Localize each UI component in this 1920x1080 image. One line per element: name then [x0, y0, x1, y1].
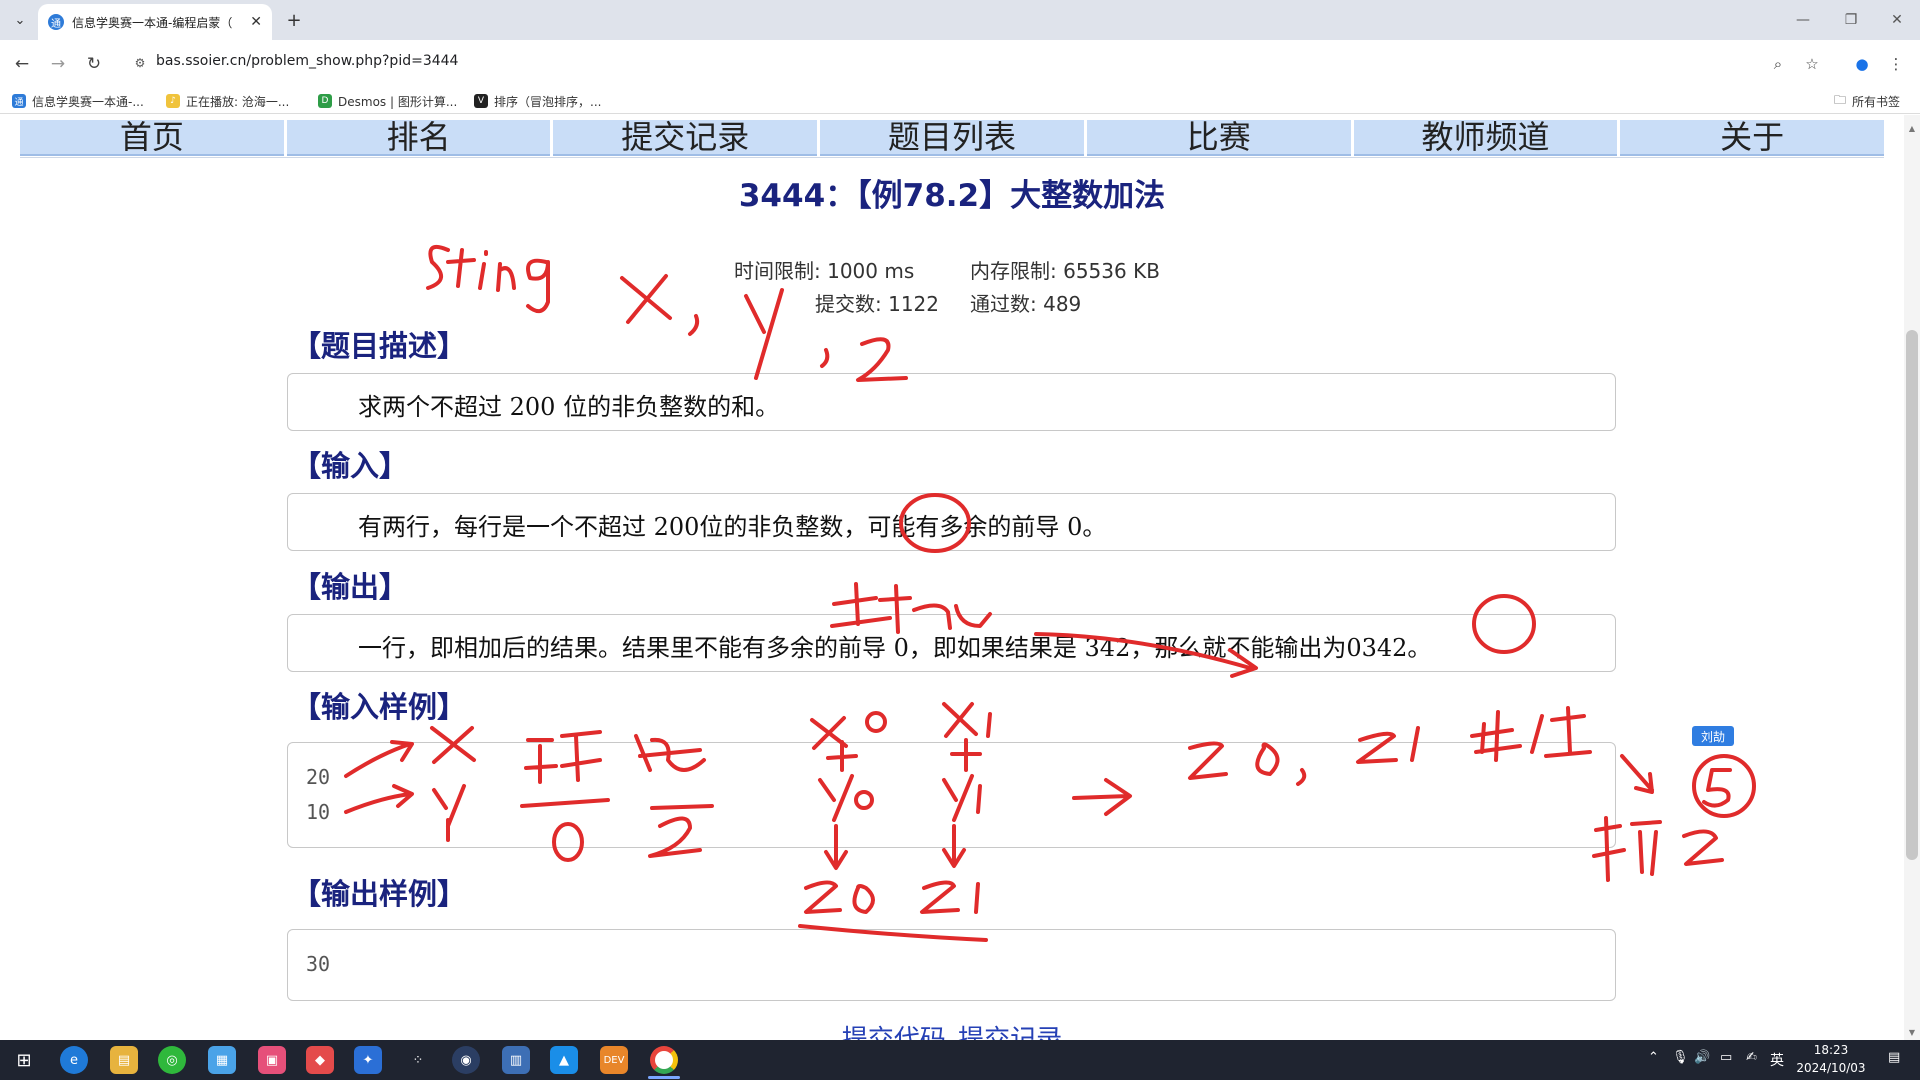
bilibili-icon[interactable]: ▣ [258, 1046, 286, 1074]
music-icon: ♪ [166, 94, 180, 108]
sample-input-text[interactable]: 20 10 [306, 760, 330, 830]
dev-cpp-icon[interactable]: DEV [600, 1046, 628, 1074]
wechat-icon[interactable]: ◎ [158, 1046, 186, 1074]
sample-output-text[interactable]: 30 [306, 947, 330, 982]
back-arrow-icon[interactable]: ← [8, 50, 36, 78]
sample-output-box: 30 [287, 929, 1616, 1001]
bookmark-label: Desmos | 图形计算... [338, 94, 458, 109]
input-text: 有两行，每行是一个不超过 200位的非负整数，可能有多余的前导 0。 [358, 513, 1107, 541]
submission-records-link[interactable]: 提交记录 [958, 1025, 1062, 1040]
nav-home[interactable]: 首页 [20, 120, 284, 156]
active-tab[interactable]: 通 信息学奥赛一本通-编程启蒙（ ✕ [38, 4, 272, 40]
bookmark-item[interactable]: D Desmos | 图形计算... [318, 92, 457, 110]
notification-icon[interactable]: ▤ [1888, 1050, 1900, 1065]
nav-teacher[interactable]: 教师频道 [1353, 120, 1618, 156]
problem-title: 3444：【例78.2】大整数加法 [738, 178, 1166, 214]
input-box: 有两行，每行是一个不超过 200位的非负整数，可能有多余的前导 0。 [287, 493, 1616, 551]
tab-search-chevron-icon[interactable]: ⌄ [8, 8, 32, 32]
site-info-icon[interactable]: ⚙ [132, 55, 148, 71]
scroll-down-icon[interactable]: ▼ [1906, 1026, 1918, 1038]
submit-code-link[interactable]: 提交代码 [842, 1025, 946, 1040]
calendar-app-icon[interactable]: ▦ [208, 1046, 236, 1074]
output-box: 一行，即相加后的结果。结果里不能有多余的前导 0，即如果结果是 342，那么就不… [287, 614, 1616, 672]
active-app-indicator [648, 1076, 680, 1079]
nav-about[interactable]: 关于 [1620, 120, 1885, 156]
va-icon: V [474, 94, 488, 108]
description-box: 求两个不超过 200 位的非负整数的和。 [287, 373, 1616, 431]
bookmark-label: 正在播放: 沧海一... [186, 94, 290, 109]
bookmark-item[interactable]: 通 信息学奥赛一本通-... [12, 92, 144, 110]
file-explorer-icon[interactable]: ▤ [110, 1046, 138, 1074]
nav-contests[interactable]: 比赛 [1086, 120, 1351, 156]
all-bookmarks[interactable]: 🗀 所有书签 [1834, 92, 1900, 110]
scroll-thumb[interactable] [1906, 330, 1918, 860]
url-text[interactable]: bas.ssoier.cn/problem_show.php?pid=3444 [156, 53, 458, 69]
nav-divider [20, 157, 1884, 158]
desmos-icon: D [318, 94, 332, 108]
windows-start-icon[interactable]: ⊞ [10, 1046, 38, 1074]
taskbar-clock[interactable]: 18:23 2024/10/03 18:23:05 [1776, 1041, 1886, 1080]
whiteboard-icon[interactable]: ▲ [550, 1046, 578, 1074]
pen-icon[interactable]: ✍ [1746, 1050, 1757, 1065]
submission-count: 提交数: 1122 [815, 292, 939, 316]
annotation-name-badge[interactable]: 刘劼 [1692, 726, 1734, 746]
bookmark-item[interactable]: V 排序（冒泡排序，... [474, 92, 601, 110]
input-heading: 【输入】 [292, 449, 409, 483]
bookmark-label: 信息学奥赛一本通-... [32, 94, 144, 109]
bookmark-item[interactable]: ♪ 正在播放: 沧海一... [166, 92, 289, 110]
nav-submissions[interactable]: 提交记录 [553, 120, 818, 156]
page-content: 首页 排名 提交记录 题目列表 比赛 教师频道 关于 3444：【例78.2】大… [0, 115, 1904, 1040]
chrome-icon[interactable] [650, 1046, 678, 1074]
shield-app-icon[interactable]: ◆ [306, 1046, 334, 1074]
microphone-icon[interactable]: 🎙 [1672, 1050, 1689, 1065]
scroll-up-icon[interactable]: ▲ [1906, 122, 1918, 134]
restore-icon[interactable]: ❐ [1828, 0, 1874, 40]
taskbar [0, 1040, 1920, 1080]
calculator-icon[interactable]: ▥ [502, 1046, 530, 1074]
time-limit: 时间限制: 1000 ms [734, 259, 915, 283]
steam-icon[interactable]: ◉ [452, 1046, 480, 1074]
feishu-icon[interactable]: ✦ [354, 1046, 382, 1074]
description-heading: 【题目描述】 [292, 329, 467, 363]
bookmark-label: 排序（冒泡排序，... [494, 94, 602, 109]
sample-input-box: 20 10 [287, 742, 1616, 848]
nav-problem-list[interactable]: 题目列表 [820, 120, 1084, 156]
site-favicon-icon: 通 [48, 14, 64, 30]
folder-icon: 🗀 [1834, 92, 1847, 107]
bottom-links: 提交代码 提交记录 [0, 1019, 1904, 1040]
volume-icon[interactable]: 🔊 [1694, 1050, 1710, 1065]
site-nav: 首页 排名 提交记录 题目列表 比赛 教师频道 关于 [20, 120, 1885, 156]
bookmark-star-icon[interactable]: ☆ [1798, 50, 1826, 78]
network-icon[interactable]: ▭ [1720, 1050, 1732, 1065]
tray-expand-icon[interactable]: ⌃ [1648, 1050, 1659, 1065]
clock-time: 18:23 [1813, 1043, 1849, 1057]
zoom-icon[interactable]: ⌕ [1764, 50, 1792, 78]
sample-output-heading: 【输出样例】 [292, 877, 467, 911]
screen: ⌄ 通 信息学奥赛一本通-编程启蒙（ ✕ + — ❐ ✕ ← → ↻ ⚙ bas… [0, 0, 1920, 1080]
clock-datetime: 2024/10/03 18:23:05 [1796, 1061, 1866, 1080]
bookmark-favicon-icon: 通 [12, 94, 26, 108]
description-text: 求两个不超过 200 位的非负整数的和。 [358, 393, 780, 421]
nav-ranking[interactable]: 排名 [286, 120, 551, 156]
sample-input-heading: 【输入样例】 [292, 690, 467, 724]
output-heading: 【输出】 [292, 570, 409, 604]
forward-arrow-icon[interactable]: → [44, 50, 72, 78]
profile-icon[interactable]: ● [1848, 50, 1876, 78]
tab-title: 信息学奥赛一本通-编程启蒙（ [72, 15, 233, 30]
new-tab-plus-icon[interactable]: + [282, 8, 306, 32]
menu-dots-icon[interactable]: ⋮ [1882, 50, 1910, 78]
accepted-count: 通过数: 489 [970, 292, 1082, 316]
memory-limit: 内存限制: 65536 KB [970, 259, 1160, 283]
minimize-icon[interactable]: — [1780, 0, 1826, 40]
edge-icon[interactable]: e [60, 1046, 88, 1074]
dots-app-icon[interactable]: ⁘ [404, 1046, 432, 1074]
reload-icon[interactable]: ↻ [80, 50, 108, 78]
all-bookmarks-label: 所有书签 [1852, 94, 1901, 109]
tab-close-icon[interactable]: ✕ [250, 14, 262, 30]
output-text: 一行，即相加后的结果。结果里不能有多余的前导 0，即如果结果是 342，那么就不… [358, 634, 1432, 662]
window-close-icon[interactable]: ✕ [1874, 0, 1920, 40]
